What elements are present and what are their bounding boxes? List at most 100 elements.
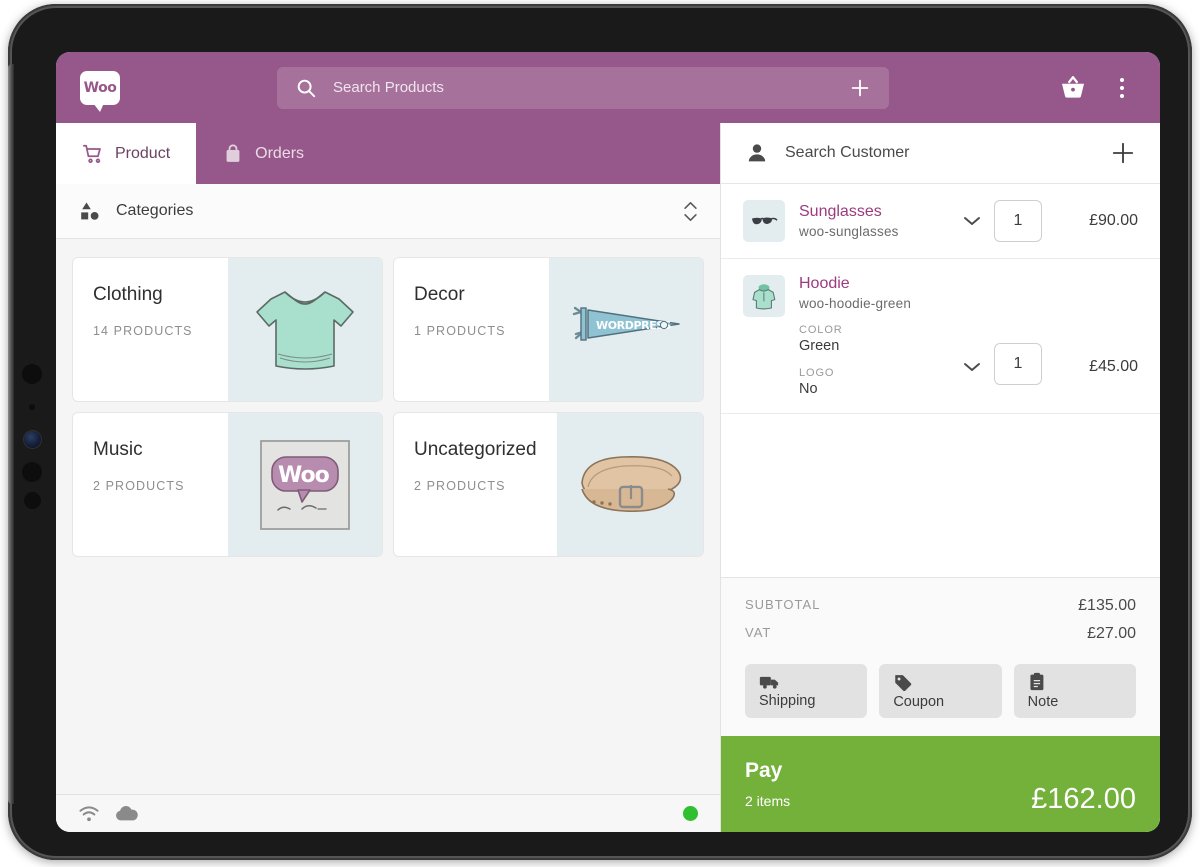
tab-product-label: Product <box>115 144 171 162</box>
app-header: Woo <box>56 52 1160 123</box>
coupon-button[interactable]: Coupon <box>879 664 1002 718</box>
tab-product[interactable]: Product <box>56 123 197 184</box>
categories-bar: Categories <box>56 184 720 239</box>
shapes-icon <box>81 202 99 220</box>
coupon-label: Coupon <box>893 693 945 710</box>
category-info: Decor 1 PRODUCTS <box>394 258 549 401</box>
cart-item-details: Hoodie woo-hoodie-green COLOR Green LOGO… <box>799 275 1138 397</box>
total-row-subtotal: SUBTOTAL £135.00 <box>745 592 1136 620</box>
category-info: Clothing 14 PRODUCTS <box>73 258 228 401</box>
pay-info: Pay 2 items <box>745 759 1031 809</box>
search-icon <box>297 79 316 97</box>
cart-item-expand-button[interactable] <box>954 215 990 227</box>
cart-button[interactable] <box>1058 74 1088 102</box>
wordpress-pennant-illustration: WORDPRESS <box>572 306 680 341</box>
app-screen: Woo Search Products Product Orders Categ… <box>56 52 1160 832</box>
chevron-up-icon <box>684 201 697 209</box>
order-totals: SUBTOTAL £135.00 VAT £27.00 <box>721 577 1160 656</box>
pane-tabs: Product Orders <box>56 123 720 184</box>
category-info: Uncategorized 2 PRODUCTS <box>394 413 557 556</box>
pay-items-count: 2 items <box>745 793 791 809</box>
category-card-clothing[interactable]: Clothing 14 PRODUCTS <box>72 257 383 402</box>
category-name: Uncategorized <box>414 439 537 460</box>
cart-item-sku: woo-hoodie-green <box>799 296 912 311</box>
cart-item-quantity[interactable]: 1 <box>994 200 1042 242</box>
cart-item-name[interactable]: Sunglasses <box>799 203 950 221</box>
sunglasses-thumbnail <box>752 217 778 225</box>
cart-item-sku: woo-sunglasses <box>799 224 899 239</box>
category-count: 2 PRODUCTS <box>414 479 506 493</box>
vat-value: £27.00 <box>1087 625 1136 642</box>
pay-button[interactable]: Pay 2 items £162.00 <box>721 736 1160 832</box>
cart-item-thumbnail-sunglasses <box>743 200 785 242</box>
note-button[interactable]: Note <box>1013 664 1136 718</box>
chevron-down-icon <box>964 217 980 225</box>
category-thumbnail-album: Woo <box>227 413 382 556</box>
tablet-left-edge <box>8 64 14 804</box>
pay-label: Pay <box>745 759 783 782</box>
woo-logo-text: Woo <box>83 79 117 96</box>
cart-item-expand-button[interactable] <box>954 361 990 373</box>
tab-orders[interactable]: Orders <box>196 123 330 184</box>
product-search-bar[interactable] <box>277 66 889 109</box>
product-search-input[interactable] <box>333 79 833 96</box>
cart-pane: Sunglasses woo-sunglasses 1 £90.00 <box>720 123 1160 832</box>
cart-item-variation: LOGO No <box>799 367 950 397</box>
category-name: Clothing <box>93 284 163 305</box>
tag-icon <box>895 674 912 691</box>
cart-item-details: Sunglasses woo-sunglasses 1 £90.00 <box>799 200 1138 242</box>
variation-label: COLOR <box>799 324 843 336</box>
subtotal-label: SUBTOTAL <box>745 597 821 612</box>
category-count: 14 PRODUCTS <box>93 324 193 338</box>
category-card-decor[interactable]: Decor 1 PRODUCTS WORDPRESS <box>393 257 704 402</box>
bezel-volume-down-button[interactable] <box>24 492 41 509</box>
categories-title: Categories <box>116 202 194 219</box>
cart-item-quantity[interactable]: 1 <box>994 343 1042 385</box>
tablet-frame: Woo Search Products Product Orders Categ… <box>8 4 1192 860</box>
more-options-button[interactable] <box>1114 75 1130 101</box>
header-actions <box>1058 74 1136 102</box>
truck-icon <box>759 676 779 689</box>
woo-logo[interactable]: Woo <box>80 70 120 112</box>
variation-value: No <box>799 381 818 397</box>
tab-orders-label: Orders <box>255 144 305 162</box>
clipboard-icon <box>1030 672 1044 691</box>
products-pane: Product Orders Categories Clothing 14 PR… <box>56 123 720 832</box>
add-product-icon[interactable] <box>849 77 871 99</box>
category-card-music[interactable]: Music 2 PRODUCTS Woo <box>72 412 383 557</box>
cart-item[interactable]: Hoodie woo-hoodie-green COLOR Green LOGO… <box>721 259 1160 414</box>
shipping-button[interactable]: Shipping <box>745 664 868 718</box>
wifi-icon <box>79 805 99 821</box>
person-icon <box>748 144 766 162</box>
bezel-speaker-hole <box>22 364 42 384</box>
bezel-camera-lens <box>24 431 41 448</box>
category-name: Music <box>93 439 143 460</box>
bezel-volume-up-button[interactable] <box>22 462 42 482</box>
customer-search-input[interactable] <box>785 144 1094 162</box>
subtotal-value: £135.00 <box>1078 597 1136 614</box>
online-status-dot <box>683 806 698 821</box>
note-label: Note <box>1027 694 1059 710</box>
cart-item-price: £45.00 <box>1089 358 1138 375</box>
pay-total-amount: £162.00 <box>1031 783 1136 815</box>
cart-item-name[interactable]: Hoodie <box>799 275 950 293</box>
category-card-uncategorized[interactable]: Uncategorized 2 PRODUCTS <box>393 412 704 557</box>
categories-sort-button[interactable] <box>683 201 698 222</box>
category-count: 1 PRODUCTS <box>414 324 506 338</box>
bezel-mic-hole <box>29 404 35 410</box>
category-name: Decor <box>414 284 465 305</box>
category-thumbnail-tshirt <box>227 258 382 401</box>
customer-search-row <box>721 123 1160 184</box>
category-info: Music 2 PRODUCTS <box>73 413 228 556</box>
cart-items-list: Sunglasses woo-sunglasses 1 £90.00 Hoodi… <box>721 184 1160 577</box>
shopping-cart-icon <box>82 144 101 163</box>
bag-icon <box>226 143 240 162</box>
woo-single-album-illustration: Woo <box>259 439 350 530</box>
add-customer-icon[interactable] <box>1110 140 1136 166</box>
hoodie-thumbnail <box>752 284 776 310</box>
cloud-icon <box>116 805 138 820</box>
main-content: Product Orders Categories Clothing 14 PR… <box>56 123 1160 832</box>
basket-icon <box>1062 75 1084 98</box>
cart-item-price: £90.00 <box>1089 212 1138 229</box>
cart-item[interactable]: Sunglasses woo-sunglasses 1 £90.00 <box>721 184 1160 259</box>
